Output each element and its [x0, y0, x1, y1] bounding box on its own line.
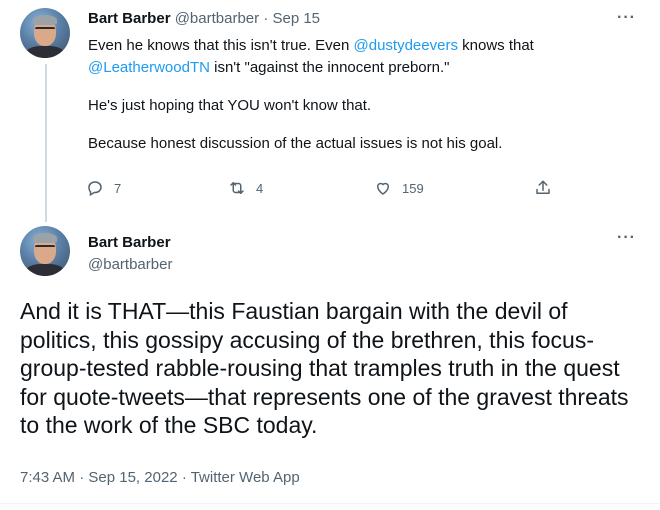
tweet-time[interactable]: 7:43 AM [20, 469, 75, 486]
retweet-icon [230, 182, 244, 194]
reply-count: 7 [114, 180, 122, 196]
like-icon [376, 182, 390, 195]
user-handle[interactable]: @bartbarber [175, 10, 259, 27]
retweet-button[interactable]: 4 [228, 179, 263, 197]
avatar[interactable] [20, 226, 70, 276]
separator: · [263, 10, 269, 27]
share-icon [536, 180, 550, 194]
like-count: 159 [402, 180, 424, 196]
mention-link[interactable]: @dustydeevers [354, 37, 458, 54]
tweet-full-date[interactable]: Sep 15, 2022 [88, 469, 177, 486]
display-name[interactable]: Bart Barber [88, 233, 171, 252]
like-button[interactable]: 159 [374, 179, 424, 197]
more-icon[interactable]: ··· [617, 10, 636, 26]
tweet-1-text: Even he knows that this isn't true. Even… [88, 35, 628, 155]
more-icon[interactable]: ··· [617, 230, 636, 246]
tweet-actions: 7 4 159 [86, 179, 566, 199]
tweet-2-text: And it is THAT—this Faustian bargain wit… [20, 298, 629, 438]
avatar[interactable] [20, 8, 70, 58]
user-handle[interactable]: @bartbarber [88, 255, 172, 274]
share-button[interactable] [534, 179, 562, 197]
divider [0, 503, 660, 504]
reply-button[interactable]: 7 [86, 179, 121, 197]
tweet-source[interactable]: Twitter Web App [191, 469, 300, 486]
tweet-1-header: Bart Barber @bartbarber · Sep 15 [88, 9, 320, 28]
tweet-date[interactable]: Sep 15 [272, 10, 320, 27]
thread-connector-line [45, 64, 47, 222]
tweet-paragraph: Because honest discussion of the actual … [88, 135, 503, 152]
retweet-count: 4 [256, 180, 264, 196]
tweet-paragraph: He's just hoping that YOU won't know tha… [88, 97, 372, 114]
tweet-1[interactable]: Bart Barber @bartbarber · Sep 15 ··· Eve… [0, 0, 660, 225]
tweet-metadata: 7:43 AM · Sep 15, 2022 · Twitter Web App [20, 469, 300, 486]
mention-link[interactable]: @LeatherwoodTN [88, 59, 210, 76]
reply-icon [88, 181, 102, 197]
display-name[interactable]: Bart Barber [88, 10, 171, 27]
